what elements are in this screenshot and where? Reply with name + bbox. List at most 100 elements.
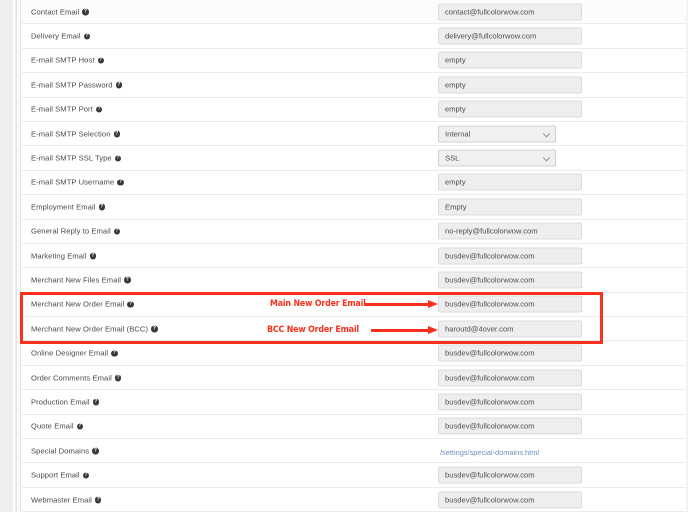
- help-circle-icon[interactable]: [89, 252, 97, 260]
- setting-value-cell: busdev@fullcolorwow.com: [438, 491, 582, 508]
- setting-value-cell: haroutd@4over.com: [438, 320, 582, 338]
- table-row: Order Comments Email busdev@fullcolorwow.…: [22, 365, 686, 391]
- setting-label-text: Support Email: [31, 470, 80, 480]
- setting-label-text: E-mail SMTP Port: [31, 104, 93, 114]
- help-circle-icon[interactable]: [83, 33, 91, 40]
- annotation-arrow-bcc: [371, 326, 438, 335]
- annotation-label-bcc-new-order: BCC New Order Email: [267, 325, 359, 335]
- table-row: Delivery Email delivery@fullcolorwow.com: [22, 24, 686, 49]
- text-input[interactable]: busdev@fullcolorwow.com: [438, 417, 582, 435]
- text-input[interactable]: Empty: [438, 198, 582, 216]
- text-input[interactable]: empty: [438, 173, 582, 191]
- setting-label: E-mail SMTP SSL Type: [31, 154, 122, 163]
- table-row: Marketing Email busdev@fullcolorwow.com: [22, 243, 686, 269]
- setting-label-text: Employment Email: [31, 202, 96, 212]
- help-circle-icon[interactable]: [151, 325, 158, 333]
- setting-label: Marketing Email: [31, 251, 97, 260]
- help-circle-icon[interactable]: [95, 106, 103, 113]
- table-row: E-mail SMTP Host empty: [22, 48, 686, 74]
- setting-label: Merchant New Files Email: [31, 275, 131, 284]
- setting-label: Production Email: [31, 397, 100, 407]
- setting-label: E-mail SMTP Port: [31, 104, 103, 114]
- setting-value-cell: no-reply@fullcolorwow.com: [438, 222, 582, 240]
- text-input[interactable]: empty: [438, 76, 582, 94]
- setting-value-cell: busdev@fullcolorwow.com: [438, 393, 582, 411]
- text-input[interactable]: delivery@fullcolorwow.com: [438, 27, 582, 45]
- arrow-head-icon: [428, 300, 438, 308]
- table-row: Special Domains/settings/special-domains…: [22, 439, 686, 464]
- text-input[interactable]: busdev@fullcolorwow.com: [438, 393, 582, 411]
- help-circle-icon[interactable]: [113, 130, 121, 138]
- help-circle-icon[interactable]: [124, 277, 131, 284]
- help-circle-icon[interactable]: [117, 179, 124, 186]
- text-input[interactable]: empty: [438, 51, 582, 69]
- gutter-divider: [13, 0, 15, 512]
- table-row: E-mail SMTP Username empty: [22, 170, 686, 196]
- setting-label: E-mail SMTP Password: [31, 80, 123, 89]
- setting-label: Special Domains: [31, 446, 99, 455]
- setting-label: E-mail SMTP Selection: [31, 129, 121, 138]
- setting-label: Merchant New Order Email: [31, 300, 134, 309]
- table-row: Online Designer Email busdev@fullcolorwow…: [22, 341, 686, 366]
- help-circle-icon[interactable]: [92, 398, 100, 406]
- setting-label: Employment Email: [31, 202, 106, 212]
- help-circle-icon[interactable]: [115, 81, 123, 89]
- select-dropdown[interactable]: SSL: [438, 149, 556, 167]
- setting-label-text: Merchant New Order Email (BCC): [31, 324, 149, 334]
- setting-label-text: E-mail SMTP Host: [31, 55, 95, 65]
- setting-label-text: Merchant New Files Email: [31, 275, 122, 285]
- text-input[interactable]: busdev@fullcolorwow.com: [438, 369, 582, 387]
- text-input[interactable]: haroutd@4over.com: [438, 320, 582, 338]
- setting-value-cell: busdev@fullcolorwow.com: [438, 344, 582, 362]
- setting-label: Support Email: [31, 470, 90, 480]
- setting-value-cell: empty: [438, 51, 582, 69]
- annotation-label-main-new-order: Main New Order Email: [270, 299, 366, 309]
- help-circle-icon[interactable]: [76, 423, 84, 430]
- text-input[interactable]: empty: [438, 100, 582, 118]
- setting-label: E-mail SMTP Host: [31, 55, 105, 65]
- table-row: Support Email busdev@fullcolorwow.com: [22, 463, 686, 488]
- settings-link[interactable]: /settings/special-domains.html: [438, 448, 539, 457]
- help-circle-icon[interactable]: [82, 472, 90, 479]
- text-input[interactable]: busdev@fullcolorwow.com: [438, 295, 582, 313]
- table-row: Production Email busdev@fullcolorwow.com: [22, 390, 686, 415]
- text-input[interactable]: busdev@fullcolorwow.com: [438, 491, 582, 508]
- help-circle-icon[interactable]: [97, 57, 105, 64]
- help-circle-icon[interactable]: [111, 350, 118, 357]
- help-circle-icon[interactable]: [82, 8, 89, 16]
- table-row: Quote Email busdev@fullcolorwow.com: [22, 414, 686, 440]
- text-input[interactable]: busdev@fullcolorwow.com: [438, 466, 582, 484]
- arrow-shaft: [371, 329, 428, 332]
- text-input[interactable]: busdev@fullcolorwow.com: [438, 271, 582, 289]
- text-input[interactable]: busdev@fullcolorwow.com: [438, 247, 582, 265]
- email-settings-table: Contact Email contact@fullcolorwow.com Del…: [22, 0, 686, 512]
- setting-label: Order Comments Email: [31, 373, 122, 382]
- help-circle-icon[interactable]: [127, 301, 134, 308]
- help-circle-icon[interactable]: [94, 496, 102, 503]
- left-gutter: [0, 0, 22, 512]
- setting-label-text: Production Email: [31, 397, 90, 407]
- help-circle-icon[interactable]: [113, 228, 121, 235]
- setting-value-cell: contact@fullcolorwow.com: [438, 3, 582, 21]
- select-dropdown[interactable]: Internal: [438, 125, 556, 143]
- setting-value-cell: empty: [438, 100, 582, 118]
- help-circle-icon[interactable]: [98, 203, 106, 211]
- chevron-down-icon: [544, 131, 549, 136]
- text-input[interactable]: contact@fullcolorwow.com: [438, 3, 582, 21]
- setting-value-cell: busdev@fullcolorwow.com: [438, 369, 582, 387]
- help-circle-icon[interactable]: [114, 155, 122, 162]
- help-circle-icon[interactable]: [114, 374, 122, 382]
- text-input[interactable]: no-reply@fullcolorwow.com: [438, 222, 582, 240]
- setting-label: E-mail SMTP Username: [31, 178, 124, 187]
- setting-label-text: Quote Email: [31, 421, 74, 431]
- chevron-down-icon: [544, 156, 549, 161]
- annotation-arrow-main: [364, 300, 438, 309]
- table-row: Webmaster Email busdev@fullcolorwow.com: [22, 487, 686, 512]
- text-input[interactable]: busdev@fullcolorwow.com: [438, 344, 582, 362]
- setting-value-cell: SSL: [438, 149, 556, 167]
- help-circle-icon[interactable]: [92, 447, 99, 455]
- setting-value-cell: busdev@fullcolorwow.com: [438, 295, 582, 313]
- setting-label: Quote Email: [31, 421, 84, 431]
- table-row: E-mail SMTP SSL Type SSL: [22, 146, 686, 171]
- setting-label-text: E-mail SMTP Username: [31, 177, 115, 187]
